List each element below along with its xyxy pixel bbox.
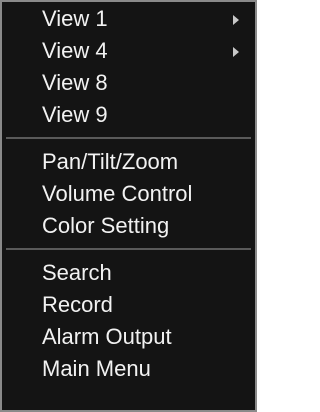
menu-item-view-8[interactable]: View 8 [2,67,255,99]
menu-item-label: Pan/Tilt/Zoom [42,149,179,174]
menu-group-actions: Search Record Alarm Output Main Menu [2,256,255,385]
menu-item-label: Color Setting [42,213,170,238]
menu-item-label: Record [42,292,113,317]
menu-item-label: View 1 [42,6,108,31]
context-menu: View 1 View 4 View 8 View 9 Pan/Tilt/Zoo… [0,0,257,412]
menu-item-label: Volume Control [42,181,193,206]
menu-group-views: View 1 View 4 View 8 View 9 [2,2,255,131]
menu-item-label: View 8 [42,70,108,95]
menu-item-view-4[interactable]: View 4 [2,35,255,67]
menu-group-controls: Pan/Tilt/Zoom Volume Control Color Setti… [2,145,255,242]
menu-item-search[interactable]: Search [2,257,255,289]
menu-item-label: Main Menu [42,356,151,381]
menu-divider [6,248,251,250]
menu-item-label: Alarm Output [42,324,172,349]
chevron-right-icon [233,47,239,57]
chevron-right-icon [233,15,239,25]
menu-item-main-menu[interactable]: Main Menu [2,353,255,385]
menu-item-volume-control[interactable]: Volume Control [2,178,255,210]
menu-item-label: Search [42,260,112,285]
menu-divider [6,137,251,139]
menu-item-label: View 9 [42,102,108,127]
menu-item-label: View 4 [42,38,108,63]
menu-item-view-1[interactable]: View 1 [2,3,255,35]
menu-item-view-9[interactable]: View 9 [2,99,255,131]
menu-item-color-setting[interactable]: Color Setting [2,210,255,242]
menu-item-record[interactable]: Record [2,289,255,321]
menu-item-alarm-output[interactable]: Alarm Output [2,321,255,353]
menu-item-pan-tilt-zoom[interactable]: Pan/Tilt/Zoom [2,146,255,178]
